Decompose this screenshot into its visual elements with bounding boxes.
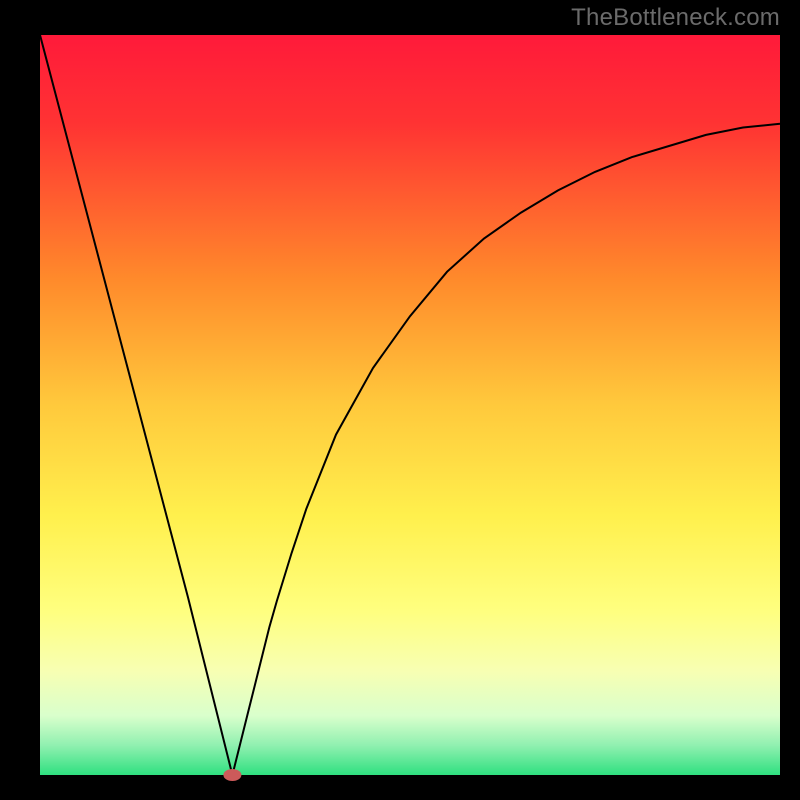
chart-frame: TheBottleneck.com xyxy=(0,0,800,800)
bottleneck-chart xyxy=(0,0,800,800)
minimum-marker xyxy=(223,769,241,781)
watermark-text: TheBottleneck.com xyxy=(571,4,780,32)
